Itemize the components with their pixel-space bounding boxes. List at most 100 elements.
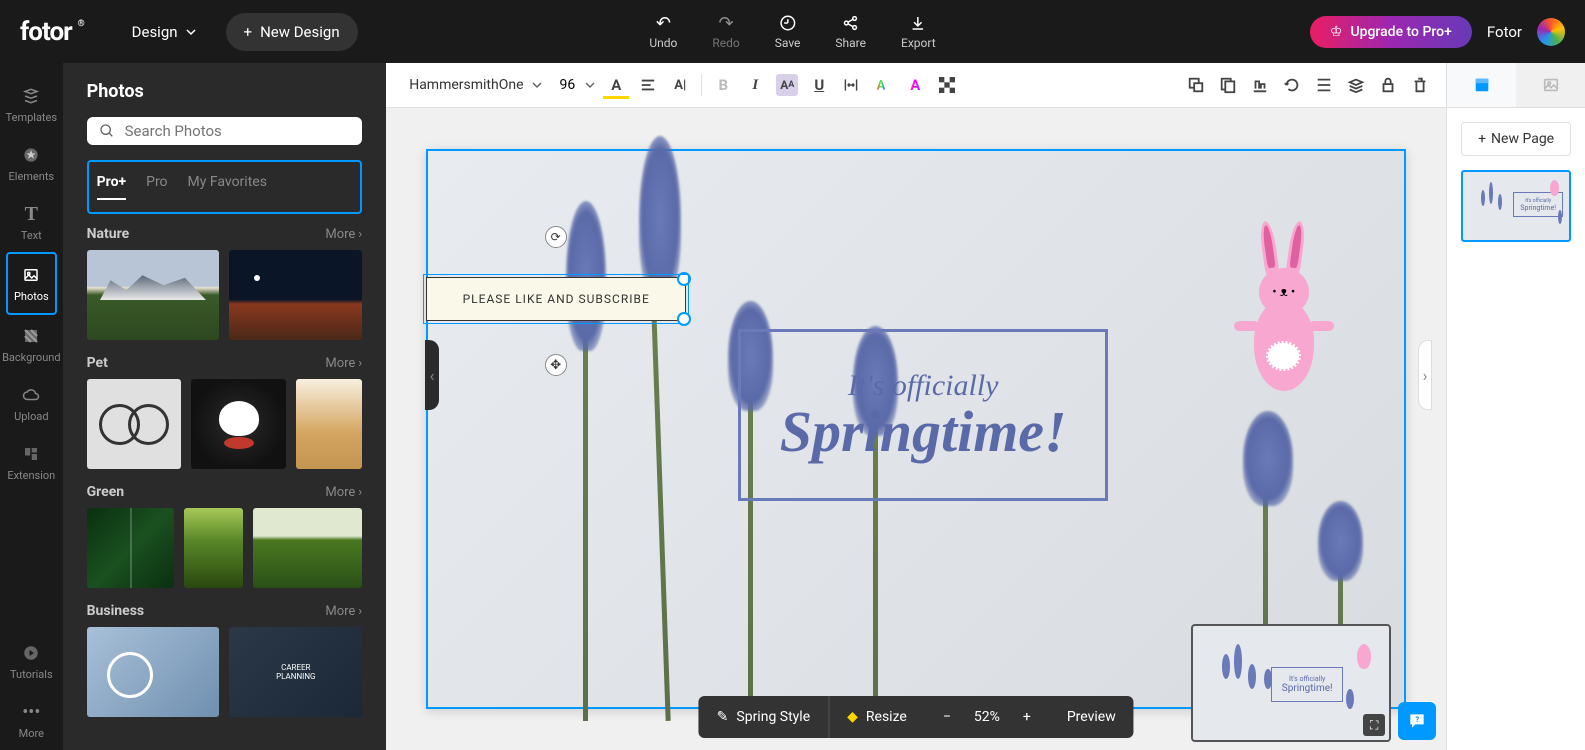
user-name[interactable]: Fotor xyxy=(1487,23,1522,41)
text-color-button[interactable]: A xyxy=(605,74,627,96)
upload-icon xyxy=(20,384,42,406)
rail-photos[interactable]: Photos xyxy=(6,252,57,315)
help-icon: ? xyxy=(1407,711,1427,731)
elements-icon xyxy=(20,144,42,166)
search-box[interactable] xyxy=(87,117,363,145)
minimap[interactable]: It's officiallySpringtime! ⛶ xyxy=(1191,624,1391,742)
rail-background[interactable]: Background xyxy=(0,315,63,374)
delete-button[interactable] xyxy=(1409,74,1431,96)
photo-thumb[interactable] xyxy=(253,508,363,588)
font-select[interactable]: HammersmithOne xyxy=(401,77,549,93)
pages-panel: + New Page It's officiallySpringtime! xyxy=(1446,63,1585,750)
zoom-level[interactable]: 52% xyxy=(969,696,1005,738)
minimap-expand-button[interactable]: ⛶ xyxy=(1363,714,1385,736)
zoom-out-button[interactable]: − xyxy=(925,696,969,738)
more-link[interactable]: More› xyxy=(325,356,362,371)
help-button[interactable]: ? xyxy=(1398,702,1436,740)
bold-button[interactable]: B xyxy=(712,74,734,96)
svg-text:A: A xyxy=(877,79,886,94)
align-objects-button[interactable] xyxy=(1249,74,1271,96)
app-body: Templates Elements T Text Photos Backgro… xyxy=(0,63,1585,750)
text-toolbar: HammersmithOne 96 A A| B I AA U A A xyxy=(386,63,1446,108)
redo-button[interactable]: ↷ Redo xyxy=(712,13,739,50)
share-button[interactable]: Share xyxy=(835,13,866,50)
user-avatar[interactable] xyxy=(1537,18,1565,46)
more-link[interactable]: More› xyxy=(325,227,362,242)
chevron-down-icon xyxy=(186,27,196,37)
images-tab[interactable] xyxy=(1516,63,1585,107)
align-button[interactable] xyxy=(637,74,659,96)
search-input[interactable] xyxy=(125,122,351,140)
more-link[interactable]: More› xyxy=(325,604,362,619)
design-dropdown[interactable]: Design xyxy=(132,23,196,41)
copy-button[interactable] xyxy=(1217,74,1239,96)
photos-panel: Photos Pro+ Pro My Favorites Nature More… xyxy=(63,63,387,750)
font-size-select[interactable]: 96 xyxy=(560,77,596,93)
rail-upload[interactable]: Upload xyxy=(0,374,63,433)
photo-thumb[interactable] xyxy=(229,250,362,340)
preview-button[interactable]: Preview xyxy=(1049,696,1134,738)
category-title: Nature xyxy=(87,226,130,242)
resize-button[interactable]: ◆ Resize xyxy=(829,696,925,738)
rail-elements[interactable]: Elements xyxy=(0,134,63,193)
more-link[interactable]: More› xyxy=(325,485,362,500)
page-thumbnail[interactable]: It's officiallySpringtime! xyxy=(1461,170,1571,242)
new-page-button[interactable]: + New Page xyxy=(1461,122,1571,156)
upgrade-button[interactable]: ♔ Upgrade to Pro+ xyxy=(1310,16,1472,48)
underline-button[interactable]: U xyxy=(808,74,830,96)
export-button[interactable]: Export xyxy=(901,13,936,50)
photo-thumb[interactable] xyxy=(87,508,175,588)
photo-thumb[interactable] xyxy=(87,379,182,469)
new-design-button[interactable]: + New Design xyxy=(226,13,358,51)
photo-thumb[interactable] xyxy=(184,508,242,588)
text-case-button[interactable]: A| xyxy=(669,74,691,96)
banner-element[interactable]: ⟳ ✥ PLEASE LIKE AND SUBSCRIBE xyxy=(426,277,686,321)
photo-thumb[interactable] xyxy=(191,379,286,469)
font-case-button[interactable]: AA xyxy=(776,74,798,96)
rail-extension[interactable]: Extension xyxy=(0,433,63,492)
text-icon: T xyxy=(20,203,42,225)
layers-button[interactable] xyxy=(1345,74,1367,96)
rail-tutorials[interactable]: Tutorials xyxy=(0,632,63,691)
text-line-1: It's officially xyxy=(848,369,999,403)
photo-thumb[interactable] xyxy=(296,379,362,469)
text-effect-button[interactable]: A xyxy=(872,74,894,96)
position-button[interactable] xyxy=(1185,74,1207,96)
distribute-button[interactable] xyxy=(1313,74,1335,96)
header-right: ♔ Upgrade to Pro+ Fotor xyxy=(1310,16,1565,48)
transparency-button[interactable] xyxy=(936,74,958,96)
photo-thumb[interactable] xyxy=(87,627,220,717)
photo-thumb[interactable]: CAREERPLANNING xyxy=(229,627,362,717)
save-button[interactable]: Save xyxy=(775,13,801,50)
bunny-graphic[interactable]: • ᴥ • xyxy=(1234,226,1334,406)
style-label: Spring Style xyxy=(736,709,810,725)
tab-pro[interactable]: Pro xyxy=(146,174,167,200)
logo: fotor xyxy=(20,17,72,47)
new-page-label: New Page xyxy=(1491,131,1554,147)
rotate-handle[interactable]: ⟳ xyxy=(545,226,567,248)
rail-templates[interactable]: Templates xyxy=(0,75,63,134)
move-handle[interactable]: ✥ xyxy=(545,354,567,376)
right-panel-expand[interactable]: › xyxy=(1418,340,1432,410)
italic-button[interactable]: I xyxy=(744,74,766,96)
category-title: Pet xyxy=(87,355,108,371)
zoom-in-button[interactable]: + xyxy=(1005,696,1049,738)
style-button[interactable]: ✎ Spring Style xyxy=(699,696,828,738)
export-label: Export xyxy=(901,36,936,50)
panel-collapse-button[interactable]: ‹ xyxy=(425,340,439,410)
lock-button[interactable] xyxy=(1377,74,1399,96)
tab-pro-plus[interactable]: Pro+ xyxy=(97,174,126,200)
header-actions: ↶ Undo ↷ Redo Save Share Export xyxy=(649,13,935,50)
photo-thumb[interactable] xyxy=(87,250,220,340)
plus-icon: + xyxy=(244,23,253,41)
undo-button[interactable]: ↶ Undo xyxy=(649,13,677,50)
rotate-button[interactable] xyxy=(1281,74,1303,96)
rail-text[interactable]: T Text xyxy=(0,193,63,252)
rail-more[interactable]: ••• More xyxy=(0,691,63,750)
text-gradient-button[interactable]: A xyxy=(904,74,926,96)
text-frame[interactable]: It's officially Springtime! xyxy=(738,329,1108,501)
pages-tab[interactable] xyxy=(1447,63,1516,107)
letter-spacing-button[interactable] xyxy=(840,74,862,96)
tab-favorites[interactable]: My Favorites xyxy=(188,174,267,200)
rail-label: Extension xyxy=(7,469,55,482)
